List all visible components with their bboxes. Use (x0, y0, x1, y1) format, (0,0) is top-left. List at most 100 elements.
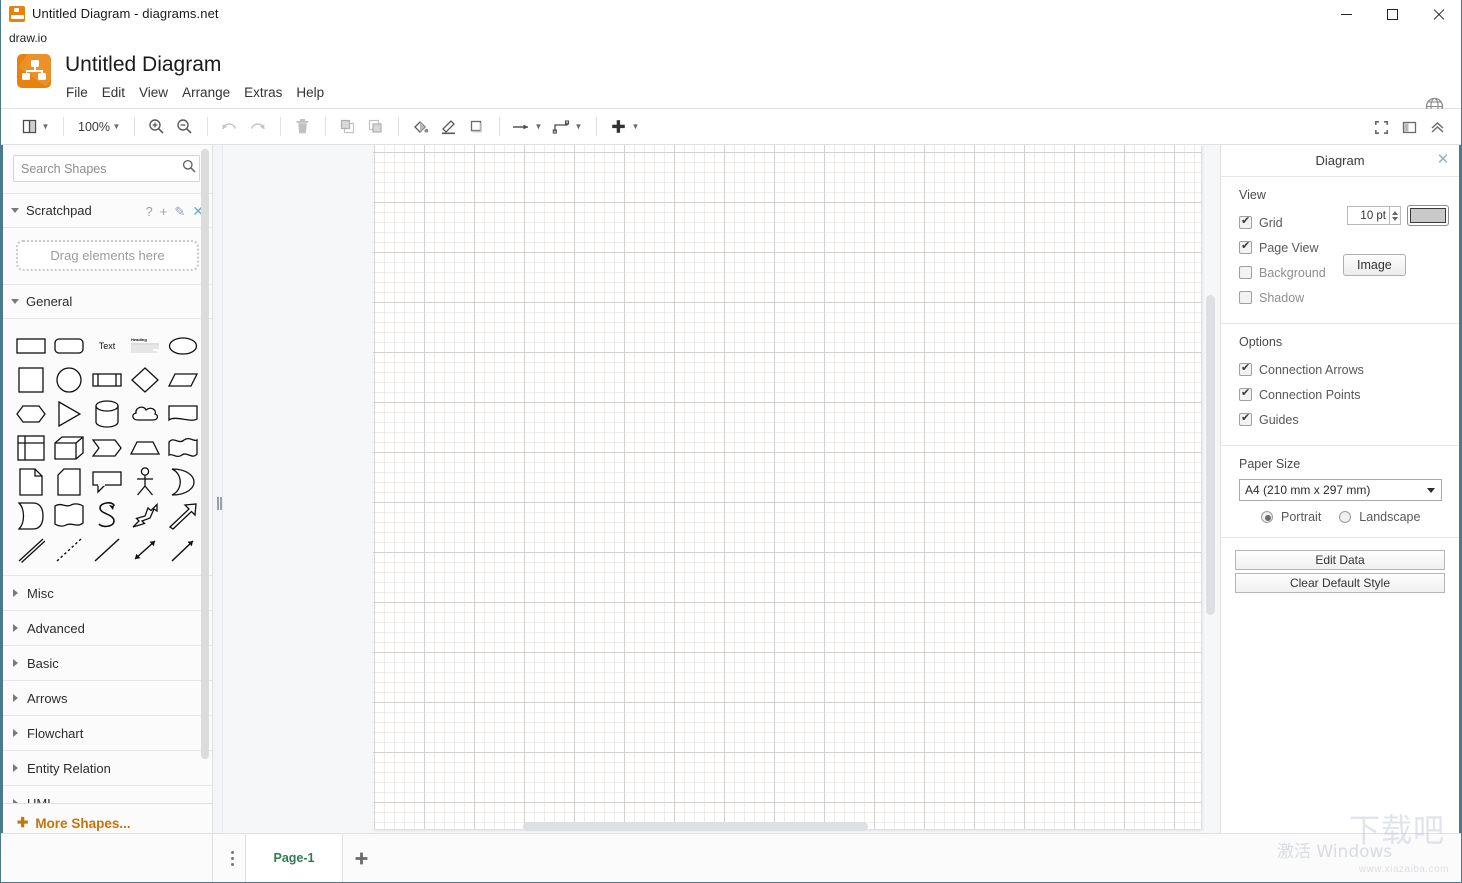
connection-points-checkbox[interactable] (1239, 386, 1252, 401)
shape-bidirectional-arrow[interactable] (127, 499, 163, 533)
shape-textbox-heading[interactable]: Heading (127, 329, 163, 363)
shape-double-line[interactable] (13, 533, 49, 567)
shape-cube[interactable] (51, 431, 87, 465)
guides-row[interactable]: Guides (1239, 407, 1445, 432)
shape-circle[interactable] (51, 363, 87, 397)
undo-icon[interactable] (216, 114, 244, 140)
shape-parallelogram[interactable] (165, 363, 201, 397)
bring-to-front-icon[interactable] (334, 114, 362, 140)
fullscreen-icon[interactable] (1367, 114, 1395, 140)
shape-callout[interactable] (89, 465, 125, 499)
zoom-in-icon[interactable] (143, 114, 171, 140)
sidebar-scrollbar-thumb[interactable] (201, 149, 209, 759)
add-page-icon[interactable] (343, 834, 379, 883)
minimize-button[interactable] (1323, 0, 1369, 28)
grid-size-stepper[interactable] (1389, 206, 1401, 225)
search-shapes-box[interactable] (13, 155, 200, 182)
page-menu-icon[interactable] (219, 834, 245, 882)
grid-color-swatch[interactable] (1407, 205, 1449, 226)
shape-cylinder[interactable] (89, 397, 125, 431)
fill-color-icon[interactable] (407, 114, 435, 140)
insert-plus-icon[interactable] (605, 114, 633, 140)
edit-data-button[interactable]: Edit Data (1235, 550, 1445, 570)
grid-size-control[interactable] (1347, 206, 1401, 225)
shadow-checkbox[interactable] (1239, 291, 1252, 304)
view-layout-icon[interactable] (15, 114, 43, 140)
redo-icon[interactable] (244, 114, 272, 140)
guides-checkbox[interactable] (1239, 411, 1252, 426)
send-to-back-icon[interactable] (362, 114, 390, 140)
page-view-checkbox[interactable] (1239, 239, 1252, 254)
sidebar-item-flowchart[interactable]: Flowchart (3, 716, 212, 751)
add-icon[interactable]: + (160, 205, 168, 218)
shape-process[interactable] (89, 363, 125, 397)
sidebar-item-advanced[interactable]: Advanced (3, 611, 212, 646)
shape-dashed-line[interactable] (51, 533, 87, 567)
menu-extras[interactable]: Extras (237, 82, 289, 103)
connection-arrow-icon[interactable] (508, 114, 536, 140)
shape-document[interactable] (165, 397, 201, 431)
shape-trapezoid[interactable] (127, 431, 163, 465)
maximize-button[interactable] (1369, 0, 1415, 28)
format-panel-icon[interactable] (1395, 114, 1423, 140)
shape-arrow[interactable] (165, 499, 201, 533)
connection-arrows-checkbox[interactable] (1239, 361, 1252, 376)
sidebar-item-arrows[interactable]: Arrows (3, 681, 212, 716)
shape-card[interactable] (51, 465, 87, 499)
zoom-caret[interactable]: ▼ (111, 122, 122, 131)
shape-line[interactable] (89, 533, 125, 567)
shape-note[interactable] (13, 465, 49, 499)
shadow-row[interactable]: Shadow (1239, 285, 1445, 310)
shape-rhombus[interactable] (127, 363, 163, 397)
background-row[interactable]: Background (1239, 260, 1445, 285)
sidebar-item-basic[interactable]: Basic (3, 646, 212, 681)
shape-actor[interactable] (127, 465, 163, 499)
sidebar-scrollbar[interactable] (201, 147, 209, 813)
menu-arrange[interactable]: Arrange (175, 82, 237, 103)
section-general-header[interactable]: General (3, 285, 212, 319)
search-input[interactable] (21, 161, 182, 176)
menu-view[interactable]: View (132, 82, 175, 103)
page-tab-page-1[interactable]: Page-1 (245, 833, 343, 882)
shape-directional-connector[interactable] (165, 533, 201, 567)
chevron-down-icon[interactable] (11, 299, 19, 304)
shape-data-storage[interactable] (13, 499, 49, 533)
shape-internal-storage[interactable] (13, 431, 49, 465)
menu-file[interactable]: File (59, 82, 95, 103)
canvas-horizontal-scrollbar[interactable] (293, 822, 985, 831)
background-image-button[interactable]: Image (1343, 254, 1406, 276)
shape-cloud[interactable] (127, 397, 163, 431)
trash-icon[interactable] (289, 114, 317, 140)
zoom-level-label[interactable]: 100% (72, 117, 114, 137)
shape-tape[interactable] (165, 431, 201, 465)
collapse-chevrons-icon[interactable] (1423, 114, 1451, 140)
scratchpad-header[interactable]: Scratchpad ? + ✎ ✕ (3, 194, 212, 228)
shape-triangle[interactable] (51, 397, 87, 431)
shape-hexagon[interactable] (13, 397, 49, 431)
grid-size-input[interactable] (1347, 206, 1389, 225)
shape-square[interactable] (13, 363, 49, 397)
close-button[interactable] (1415, 0, 1461, 28)
shape-curly-document[interactable] (51, 499, 87, 533)
menu-edit[interactable]: Edit (95, 82, 132, 103)
portrait-radio[interactable] (1261, 511, 1273, 523)
search-icon[interactable] (182, 159, 196, 178)
scratchpad-dropzone[interactable]: Drag elements here (16, 240, 199, 271)
diagram-page[interactable] (373, 145, 1201, 829)
landscape-radio[interactable] (1339, 511, 1352, 523)
canvas-vertical-scrollbar[interactable] (1206, 155, 1215, 825)
shadow-icon[interactable] (463, 114, 491, 140)
sidebar-splitter[interactable] (213, 145, 223, 842)
chevron-down-icon[interactable] (11, 208, 19, 213)
waypoint-style-icon[interactable] (548, 114, 576, 140)
shape-step[interactable] (89, 431, 125, 465)
sidebar-item-misc[interactable]: Misc (3, 576, 212, 611)
connection-points-row[interactable]: Connection Points (1239, 382, 1445, 407)
sidebar-item-entity-relation[interactable]: Entity Relation (3, 751, 212, 786)
connection-arrows-row[interactable]: Connection Arrows (1239, 357, 1445, 382)
splitter-grip[interactable] (217, 497, 219, 510)
shape-ellipse[interactable] (165, 329, 201, 363)
shape-rounded-rectangle[interactable] (51, 329, 87, 363)
help-icon[interactable]: ? (146, 205, 153, 218)
menu-help[interactable]: Help (289, 82, 331, 103)
